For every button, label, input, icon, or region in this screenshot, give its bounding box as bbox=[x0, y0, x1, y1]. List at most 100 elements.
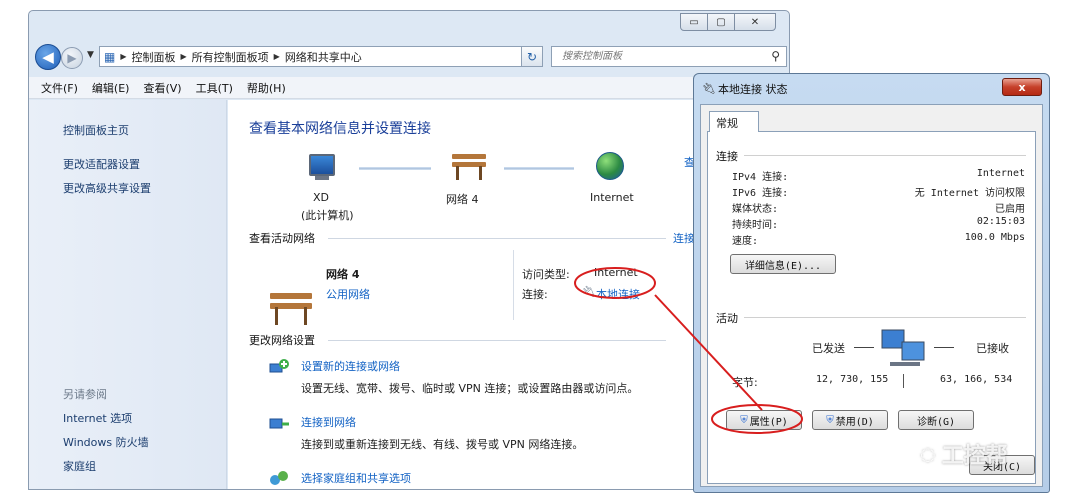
network-activity-icon bbox=[880, 328, 928, 375]
group-divider bbox=[744, 155, 1026, 156]
ipv6-label: IPv6 连接: bbox=[732, 188, 789, 199]
bytes-divider bbox=[903, 374, 904, 388]
left-task-pane: 控制面板主页 更改适配器设置 更改高级共享设置 另请参阅 Internet 选项… bbox=[29, 100, 227, 489]
network-link-line bbox=[359, 167, 431, 170]
properties-button[interactable]: ⛨ 属性(P) bbox=[726, 410, 802, 430]
breadcrumb-item[interactable]: 所有控制面板项 bbox=[192, 49, 269, 65]
internet-globe-icon bbox=[596, 152, 624, 180]
network-type-link[interactable]: 公用网络 bbox=[326, 286, 370, 302]
setup-new-connection-link[interactable]: 设置新的连接或网络 bbox=[301, 358, 400, 374]
bytes-label: 字节: bbox=[732, 376, 758, 389]
close-button[interactable]: ✕ bbox=[734, 13, 776, 31]
dialog-body: 常规 连接 IPv4 连接: Internet IPv6 连接: 无 Inter… bbox=[700, 104, 1043, 487]
tab-general[interactable]: 常规 bbox=[709, 111, 759, 132]
history-dropdown-icon[interactable]: ▼ bbox=[87, 50, 94, 60]
connect-to-network-link[interactable]: 连接到网络 bbox=[301, 414, 356, 430]
task-description: 设置无线、宽带、拨号、临时或 VPN 连接；或设置路由器或访问点。 bbox=[301, 382, 639, 395]
see-also-title: 另请参阅 bbox=[63, 388, 107, 401]
breadcrumb-separator-icon: ▶ bbox=[180, 52, 187, 61]
duration-value: 02:15:03 bbox=[976, 216, 1025, 227]
ipv6-value: 无 Internet 访问权限 bbox=[914, 188, 1025, 199]
ipv4-label: IPv4 连接: bbox=[732, 172, 789, 183]
dialog-title: 本地连接 状态 bbox=[718, 83, 788, 96]
computer-subtitle: (此计算机) bbox=[301, 209, 354, 222]
active-network-name: 网络 4 bbox=[326, 268, 360, 281]
control-panel-icon: ▦ bbox=[104, 49, 116, 64]
refresh-icon[interactable]: ↻ bbox=[521, 46, 543, 67]
public-network-bench-icon bbox=[452, 152, 486, 180]
window-controls: ▭ ▢ ✕ bbox=[680, 13, 776, 33]
section-divider bbox=[328, 340, 666, 341]
forward-arrow-icon[interactable]: ▶ bbox=[61, 47, 83, 69]
ethernet-plug-icon: 🔌︎ bbox=[702, 82, 716, 95]
dialog-close-button[interactable]: x bbox=[1002, 78, 1042, 96]
duration-label: 持续时间: bbox=[732, 220, 779, 231]
search-icon[interactable]: ⚲ bbox=[771, 49, 780, 63]
section-divider bbox=[328, 238, 666, 239]
maximize-button[interactable]: ▢ bbox=[707, 13, 735, 31]
computer-icon bbox=[309, 154, 335, 180]
bytes-received-value: 63, 166, 534 bbox=[940, 374, 1013, 385]
search-input[interactable] bbox=[560, 50, 760, 63]
ethernet-plug-icon: 🔌︎ bbox=[582, 285, 596, 298]
connect-network-icon bbox=[268, 414, 290, 434]
local-connection-status-dialog: 🔌︎ 本地连接 状态 x 常规 连接 IPv4 连接: Internet IPv… bbox=[693, 73, 1050, 493]
watermark-text: 工控帮 bbox=[941, 444, 1008, 469]
public-network-bench-icon bbox=[270, 291, 312, 325]
access-type-label: 访问类型: bbox=[522, 268, 570, 281]
vertical-divider bbox=[513, 250, 514, 320]
breadcrumb-separator-icon: ▶ bbox=[273, 52, 280, 61]
disable-button-label: 禁用(D) bbox=[835, 416, 874, 428]
menu-help[interactable]: 帮助(H) bbox=[247, 80, 286, 96]
diagnose-button[interactable]: 诊断(G) bbox=[898, 410, 974, 430]
menu-view[interactable]: 查看(V) bbox=[143, 80, 181, 96]
change-sharing-settings-link[interactable]: 更改高级共享设置 bbox=[63, 180, 151, 196]
ipv4-value: Internet bbox=[976, 168, 1025, 179]
homegroup-sharing-link[interactable]: 选择家庭组和共享选项 bbox=[301, 470, 411, 486]
disable-button[interactable]: ⛨ 禁用(D) bbox=[812, 410, 888, 430]
access-type-value: Internet bbox=[594, 266, 638, 279]
speed-label: 速度: bbox=[732, 236, 759, 247]
uac-shield-icon: ⛨ bbox=[826, 414, 834, 426]
menu-tools[interactable]: 工具(T) bbox=[196, 80, 233, 96]
new-connection-icon bbox=[268, 358, 290, 378]
homegroup-link[interactable]: 家庭组 bbox=[63, 458, 96, 474]
breadcrumb-item[interactable]: 控制面板 bbox=[132, 49, 176, 65]
change-adapter-settings-link[interactable]: 更改适配器设置 bbox=[63, 156, 140, 172]
breadcrumb-separator-icon: ▶ bbox=[120, 52, 127, 61]
bytes-sent-value: 12, 730, 155 bbox=[816, 374, 889, 385]
active-networks-title: 查看活动网络 bbox=[249, 232, 315, 245]
media-state-value: 已启用 bbox=[995, 204, 1025, 215]
control-panel-home-link[interactable]: 控制面板主页 bbox=[63, 122, 129, 138]
task-description: 连接到或重新连接到无线、有线、拨号或 VPN 网络连接。 bbox=[301, 438, 584, 451]
back-arrow-icon[interactable]: ◀ bbox=[35, 44, 61, 70]
control-panel-window: ▭ ▢ ✕ ◀ ▶ ▼ ▦ ▶ 控制面板 ▶ 所有控制面板项 ▶ 网络和共享中心… bbox=[28, 10, 790, 490]
address-bar[interactable]: ▦ ▶ 控制面板 ▶ 所有控制面板项 ▶ 网络和共享中心 ▼ bbox=[99, 46, 539, 67]
received-line bbox=[934, 347, 954, 348]
local-connection-link[interactable]: 本地连接 bbox=[596, 286, 640, 302]
connection-label: 连接: bbox=[522, 288, 548, 301]
speed-value: 100.0 Mbps bbox=[964, 232, 1025, 243]
network-name: 网络 4 bbox=[446, 193, 479, 206]
sent-label: 已发送 bbox=[812, 342, 845, 355]
sent-line bbox=[854, 347, 874, 348]
internet-label: Internet bbox=[590, 191, 634, 204]
menu-file[interactable]: 文件(F) bbox=[41, 80, 78, 96]
breadcrumb-item[interactable]: 网络和共享中心 bbox=[285, 49, 362, 65]
general-tab-panel: 连接 IPv4 连接: Internet IPv6 连接: 无 Internet… bbox=[707, 131, 1036, 484]
wechat-icon: ◌ bbox=[920, 443, 936, 465]
connect-disconnect-link[interactable]: 连接 bbox=[673, 230, 695, 246]
page-title: 查看基本网络信息并设置连接 bbox=[249, 121, 431, 137]
change-settings-title: 更改网络设置 bbox=[249, 334, 315, 347]
menu-edit[interactable]: 编辑(E) bbox=[92, 80, 130, 96]
internet-options-link[interactable]: Internet 选项 bbox=[63, 410, 132, 426]
minimize-button[interactable]: ▭ bbox=[680, 13, 708, 31]
activity-group-title: 活动 bbox=[716, 312, 738, 325]
properties-button-label: 属性(P) bbox=[749, 416, 788, 428]
homegroup-icon bbox=[268, 468, 290, 488]
watermark: ◌ 工控帮 bbox=[920, 434, 1070, 474]
network-link-line bbox=[504, 167, 574, 170]
details-button[interactable]: 详细信息(E)... bbox=[730, 254, 836, 274]
uac-shield-icon: ⛨ bbox=[740, 414, 748, 426]
windows-firewall-link[interactable]: Windows 防火墙 bbox=[63, 434, 149, 450]
